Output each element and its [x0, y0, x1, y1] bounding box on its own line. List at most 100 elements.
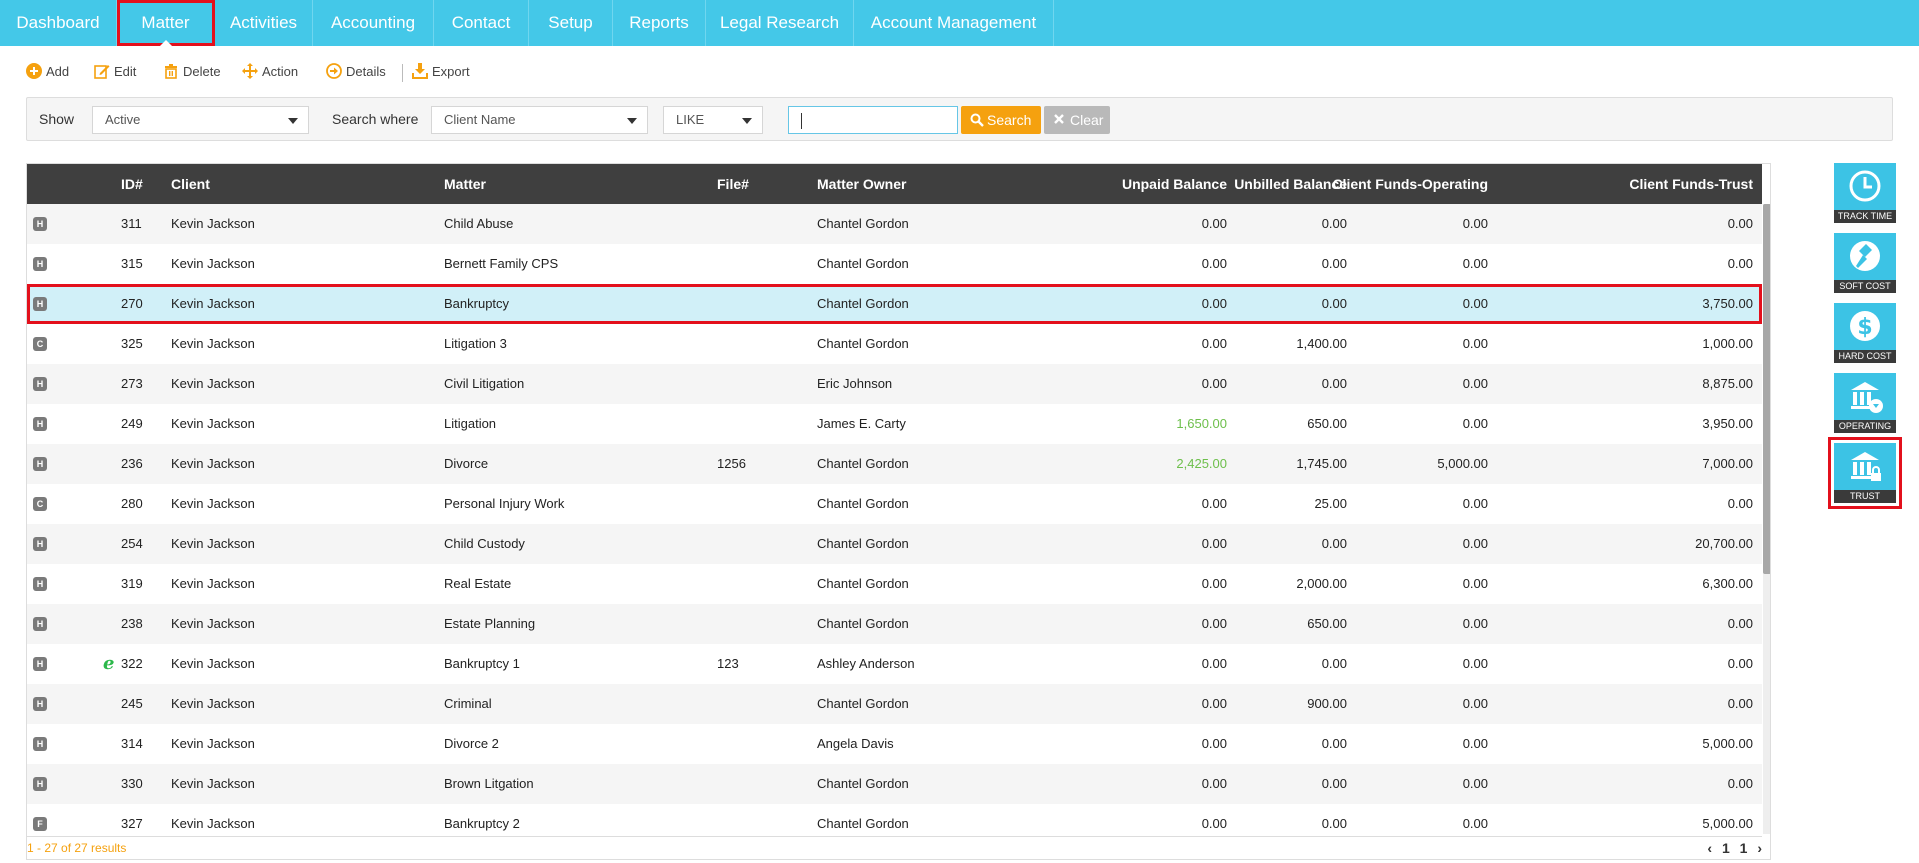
cell-matter-owner: Chantel Gordon	[817, 536, 909, 551]
chevron-down-icon	[288, 118, 298, 124]
cell-unpaid-balance: 0.00	[1201, 656, 1227, 671]
filter-bar: Show Active Search where Client Name LIK…	[26, 97, 1893, 141]
details-button[interactable]: Details	[326, 58, 386, 86]
tab-setup[interactable]: Setup	[529, 0, 613, 46]
export-button[interactable]: Export	[412, 58, 470, 86]
tab-legal-research[interactable]: Legal Research	[706, 0, 854, 46]
table-row[interactable]: H 249 Kevin Jackson Litigation James E. Cart…	[27, 404, 1762, 444]
show-select[interactable]: Active	[92, 106, 309, 134]
search-where-select[interactable]: Client Name	[431, 106, 648, 134]
table-row[interactable]: H 236 Kevin Jackson Divorce 1256 Chantel Gord…	[27, 444, 1762, 484]
toolbar-divider	[402, 64, 403, 82]
tab-dashboard[interactable]: Dashboard	[0, 0, 117, 46]
cell-matter-owner: Chantel Gordon	[817, 456, 909, 471]
table-row[interactable]: C 325 Kevin Jackson Litigation 3 Chantel Gor…	[27, 324, 1762, 364]
cell-matter-owner: Chantel Gordon	[817, 776, 909, 791]
next-page-button[interactable]: ›	[1757, 837, 1762, 859]
plus-circle-icon	[26, 63, 42, 80]
table-row[interactable]: H 322 Kevin Jackson Bankruptcy 1 123 Ashley A…	[27, 644, 1762, 684]
status-badge: H	[33, 737, 47, 751]
column-unbilled-balance[interactable]: Unbilled Balance	[1234, 164, 1347, 204]
cell-unpaid-balance: 2,425.00	[1176, 456, 1227, 471]
cell-matter-owner: Ashley Anderson	[817, 656, 915, 671]
column-client-funds-trust[interactable]: Client Funds-Trust	[1629, 164, 1753, 204]
operating-label: OPERATING	[1834, 420, 1896, 433]
cell-client: Kevin Jackson	[171, 656, 255, 671]
cell-unpaid-balance: 0.00	[1201, 296, 1227, 311]
cell-client-funds-operating: 0.00	[1462, 496, 1488, 511]
dollar-icon: $	[1850, 311, 1880, 341]
add-button[interactable]: Add	[26, 58, 69, 86]
search-button[interactable]: Search	[961, 106, 1041, 134]
cell-id: 273	[121, 376, 143, 391]
table-row[interactable]: H 330 Kevin Jackson Brown Litgation Chantel …	[27, 764, 1762, 804]
table-row[interactable]: H 311 Kevin Jackson Child Abuse Chantel Gord…	[27, 204, 1762, 244]
pager: ‹ 1 1 ›	[1701, 837, 1762, 859]
prev-page-button[interactable]: ‹	[1707, 837, 1712, 859]
tab-contact[interactable]: Contact	[434, 0, 529, 46]
cell-client: Kevin Jackson	[171, 376, 255, 391]
cell-matter-owner: James E. Carty	[817, 416, 906, 431]
edit-button[interactable]: Edit	[94, 58, 136, 86]
cell-matter-owner: Chantel Gordon	[817, 216, 909, 231]
top-nav: Dashboard Matter Activities Accounting C…	[0, 0, 1919, 47]
search-where-value: Client Name	[444, 112, 516, 127]
cell-id: 245	[121, 696, 143, 711]
cell-client: Kevin Jackson	[171, 776, 255, 791]
operator-select[interactable]: LIKE	[663, 106, 763, 134]
total-pages: 1	[1739, 840, 1748, 856]
cell-client-funds-trust: 1,000.00	[1702, 336, 1753, 351]
table-row[interactable]: H 314 Kevin Jackson Divorce 2 Angela Davis 0.…	[27, 724, 1762, 764]
track-time-button[interactable]: TRACK TIME	[1834, 163, 1896, 223]
tab-account-management[interactable]: Account Management	[854, 0, 1054, 46]
action-label: Action	[262, 64, 299, 79]
cell-client-funds-operating: 0.00	[1462, 696, 1488, 711]
cell-client: Kevin Jackson	[171, 736, 255, 751]
cell-client-funds-operating: 0.00	[1462, 216, 1488, 231]
cell-client: Kevin Jackson	[171, 296, 255, 311]
soft-cost-button[interactable]: SOFT COST	[1834, 233, 1896, 293]
table-row[interactable]: H 273 Kevin Jackson Civil Litigation Eric Jo…	[27, 364, 1762, 404]
tab-activities[interactable]: Activities	[215, 0, 313, 46]
column-file[interactable]: File#	[717, 164, 749, 204]
operating-button[interactable]: OPERATING	[1834, 373, 1896, 433]
table-row[interactable]: C 280 Kevin Jackson Personal Injury Work Cha…	[27, 484, 1762, 524]
tab-matter-label: Matter	[141, 13, 190, 32]
tab-matter[interactable]: Matter	[117, 0, 215, 47]
column-matter-owner[interactable]: Matter Owner	[817, 164, 906, 204]
delete-button[interactable]: Delete	[163, 58, 221, 86]
column-client[interactable]: Client	[171, 164, 210, 204]
show-select-value: Active	[105, 112, 141, 127]
trust-button[interactable]: TRUST	[1828, 437, 1902, 509]
cell-id: 330	[121, 776, 143, 791]
cell-unbilled-balance: 900.00	[1307, 696, 1347, 711]
table-row[interactable]: H 319 Kevin Jackson Real Estate Chantel Gord…	[27, 564, 1762, 604]
column-unpaid-balance[interactable]: Unpaid Balance	[1122, 164, 1227, 204]
vertical-scrollbar[interactable]	[1763, 204, 1770, 834]
table-row[interactable]: H 238 Kevin Jackson Estate Planning Chantel …	[27, 604, 1762, 644]
table-row[interactable]: H 315 Kevin Jackson Bernett Family CPS Chant…	[27, 244, 1762, 284]
search-input[interactable]	[788, 106, 958, 134]
column-matter[interactable]: Matter	[444, 164, 486, 204]
table-row[interactable]: H 245 Kevin Jackson Criminal Chantel Gordon 0…	[27, 684, 1762, 724]
cell-unpaid-balance: 0.00	[1201, 376, 1227, 391]
column-id[interactable]: ID#	[121, 164, 143, 204]
clear-button[interactable]: Clear	[1044, 106, 1110, 134]
action-button[interactable]: Action	[242, 58, 298, 86]
cell-matter: Criminal	[444, 696, 492, 711]
track-time-label: TRACK TIME	[1834, 210, 1896, 223]
scrollbar-thumb[interactable]	[1763, 204, 1770, 574]
hard-cost-button[interactable]: $ HARD COST	[1834, 303, 1896, 363]
table-row[interactable]: H 254 Kevin Jackson Child Custody Chantel Go…	[27, 524, 1762, 564]
status-badge: H	[33, 417, 47, 431]
cell-matter: Bernett Family CPS	[444, 256, 559, 271]
cell-unpaid-balance: 0.00	[1201, 256, 1227, 271]
column-client-funds-operating[interactable]: Client Funds-Operating	[1332, 164, 1488, 204]
tab-accounting[interactable]: Accounting	[313, 0, 434, 46]
cell-id: 236	[121, 456, 143, 471]
table-row[interactable]: H 270 Kevin Jackson Bankruptcy Chantel Gordo…	[27, 284, 1762, 324]
tab-reports[interactable]: Reports	[613, 0, 706, 46]
cell-unpaid-balance: 0.00	[1201, 616, 1227, 631]
details-label: Details	[346, 64, 386, 79]
cell-matter: Real Estate	[444, 576, 512, 591]
